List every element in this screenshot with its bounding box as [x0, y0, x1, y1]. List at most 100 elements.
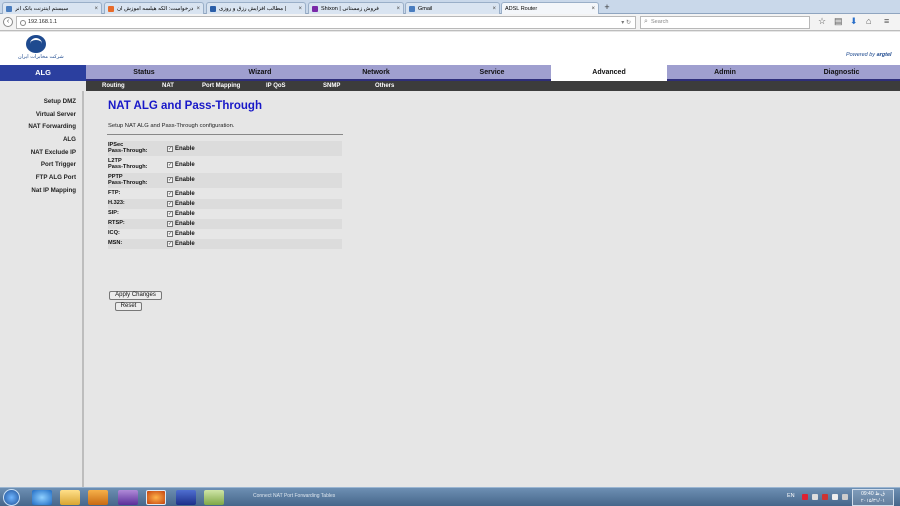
ipsec-checkbox[interactable]: ✓: [167, 145, 173, 152]
home-icon[interactable]: ⌂: [866, 16, 871, 26]
tab-title: Shixon | فروش زمستانی: [321, 5, 379, 12]
menu-service[interactable]: Service: [434, 65, 550, 81]
reset-button[interactable]: Reset: [115, 302, 142, 311]
rtsp-checkbox[interactable]: ✓: [167, 220, 173, 227]
submenu-routing[interactable]: Routing: [102, 81, 125, 91]
tray-app-icon[interactable]: [802, 494, 808, 500]
row-label: MSN:: [108, 240, 123, 246]
alg-row-ftp: FTP: ✓ Enable: [108, 189, 342, 199]
tci-logo-icon: [30, 38, 42, 45]
alg-row-sip: SIP: ✓ Enable: [108, 209, 342, 219]
row-label-line: Pass-Through:: [108, 179, 148, 186]
router-page: شرکت مخابرات ایران Powered by argtel ALG…: [0, 32, 900, 487]
close-tab-icon[interactable]: ×: [94, 6, 98, 12]
enable-label: Enable: [175, 161, 195, 168]
tab-title: Gmail: [418, 5, 433, 12]
page-description: Setup NAT ALG and Pass-Through configura…: [108, 123, 235, 129]
submenu-snmp[interactable]: SNMP: [323, 81, 340, 91]
network-icon[interactable]: [832, 494, 838, 500]
menu-advanced[interactable]: Advanced: [551, 65, 667, 81]
app-icon[interactable]: [204, 490, 224, 505]
browser-tab[interactable]: Shixon | فروش زمستانی ×: [308, 2, 404, 14]
reload-icon[interactable]: ▾ ↻: [621, 19, 631, 26]
powered-by: Powered by argtel: [846, 52, 892, 58]
media-player-icon[interactable]: [88, 490, 108, 505]
h323-checkbox[interactable]: ✓: [167, 200, 173, 207]
search-box[interactable]: ⌕ Search: [640, 16, 810, 29]
sidebar-item-ftp-alg-port[interactable]: FTP ALG Port: [36, 174, 76, 181]
new-tab-button[interactable]: +: [601, 2, 613, 13]
sidebar-item-setup-dmz[interactable]: Setup DMZ: [44, 98, 76, 105]
sidebar-item-alg[interactable]: ALG: [63, 136, 76, 143]
tab-title: ADSL Router: [505, 5, 538, 12]
action-center-icon[interactable]: [812, 494, 818, 500]
menu-diagnostic[interactable]: Diagnostic: [783, 65, 900, 81]
clock-date: ۲۰۱۵/۳۱/۰۱: [860, 498, 886, 504]
logo-text: شرکت مخابرات ایران: [18, 54, 64, 60]
row-label: ICQ:: [108, 230, 120, 236]
app-icon[interactable]: [118, 490, 138, 505]
ftp-checkbox[interactable]: ✓: [167, 190, 173, 197]
alg-row-icq: ICQ: ✓ Enable: [108, 229, 342, 239]
row-label: SIP:: [108, 210, 119, 216]
enable-label: Enable: [175, 210, 195, 217]
sidebar-item-nat-exclude-ip[interactable]: NAT Exclude IP: [31, 149, 76, 156]
close-tab-icon[interactable]: ×: [196, 6, 200, 12]
apply-changes-button[interactable]: Apply Changes: [109, 291, 162, 300]
submenu-others[interactable]: Others: [375, 81, 394, 91]
browser-tab[interactable]: مطالب افزایش رزق و روزی | ×: [206, 2, 306, 14]
page-title: NAT ALG and Pass-Through: [108, 100, 262, 112]
close-tab-icon[interactable]: ×: [591, 6, 595, 12]
back-button[interactable]: ‹: [3, 17, 13, 27]
internet-explorer-icon[interactable]: [32, 490, 52, 505]
alg-row-pptp: PPTP Pass-Through: ✓ Enable: [108, 173, 342, 188]
browser-nav-bar: ‹ 192.168.1.1 ▾ ↻ ⌕ Search ☆ ▤ ⬇ ⌂ ≡: [0, 14, 900, 31]
enable-label: Enable: [175, 145, 195, 152]
menu-admin[interactable]: Admin: [667, 65, 783, 81]
file-explorer-icon[interactable]: [60, 490, 80, 505]
enable-label: Enable: [175, 230, 195, 237]
volume-icon[interactable]: [842, 494, 848, 500]
system-clock[interactable]: 09:40 ق.ظ ۲۰۱۵/۳۱/۰۱: [852, 489, 894, 506]
menu-icon[interactable]: ≡: [884, 16, 889, 26]
close-tab-icon[interactable]: ×: [396, 6, 400, 12]
submenu-port-mapping[interactable]: Port Mapping: [202, 81, 240, 91]
firefox-icon[interactable]: [146, 490, 166, 505]
menu-status[interactable]: Status: [86, 65, 202, 81]
menu-wizard[interactable]: Wizard: [202, 65, 318, 81]
sidebar-item-virtual-server[interactable]: Virtual Server: [36, 111, 76, 118]
address-bar[interactable]: 192.168.1.1 ▾ ↻: [16, 16, 636, 29]
submenu-nat[interactable]: NAT: [162, 81, 174, 91]
enable-label: Enable: [175, 240, 195, 247]
row-label: L2TP Pass-Through:: [108, 158, 147, 171]
powered-by-label: Powered by: [846, 52, 876, 58]
browser-tab[interactable]: سیستم اینترنت بانک آنر ×: [2, 2, 102, 14]
sidebar-item-nat-forwarding[interactable]: NAT Forwarding: [28, 123, 76, 130]
download-icon[interactable]: ⬇: [850, 16, 858, 27]
browser-tab[interactable]: درخواست: الکه هیلسه آموزش ان ×: [104, 2, 204, 14]
language-indicator[interactable]: EN: [787, 493, 795, 499]
sidebar-item-port-trigger[interactable]: Port Trigger: [41, 161, 76, 168]
l2tp-checkbox[interactable]: ✓: [167, 161, 173, 168]
app-icon[interactable]: [176, 490, 196, 505]
browser-tab-strip: سیستم اینترنت بانک آنر × درخواست: الکه ه…: [0, 0, 900, 14]
main-menu: ALG Status Wizard Network Service Advanc…: [0, 65, 900, 81]
bookmark-star-icon[interactable]: ☆: [818, 16, 826, 27]
tab-favicon-icon: [108, 5, 114, 12]
bookmarks-icon[interactable]: ▤: [834, 16, 843, 27]
pptp-checkbox[interactable]: ✓: [167, 177, 173, 183]
brand-name: argtel: [876, 52, 892, 58]
browser-tab-active[interactable]: ADSL Router ×: [501, 2, 599, 14]
menu-network[interactable]: Network: [318, 65, 434, 81]
tray-app-icon[interactable]: [822, 494, 828, 500]
msn-checkbox[interactable]: ✓: [167, 240, 173, 247]
submenu-ip-qos[interactable]: IP QoS: [266, 81, 286, 91]
start-button[interactable]: [3, 489, 20, 506]
sidebar-item-nat-ip-mapping[interactable]: Nat IP Mapping: [31, 187, 76, 194]
sidebar: Setup DMZ Virtual Server NAT Forwarding …: [0, 91, 84, 487]
close-tab-icon[interactable]: ×: [492, 6, 496, 12]
close-tab-icon[interactable]: ×: [298, 6, 302, 12]
browser-tab[interactable]: Gmail ×: [405, 2, 500, 14]
icq-checkbox[interactable]: ✓: [167, 230, 173, 237]
sip-checkbox[interactable]: ✓: [167, 210, 173, 217]
